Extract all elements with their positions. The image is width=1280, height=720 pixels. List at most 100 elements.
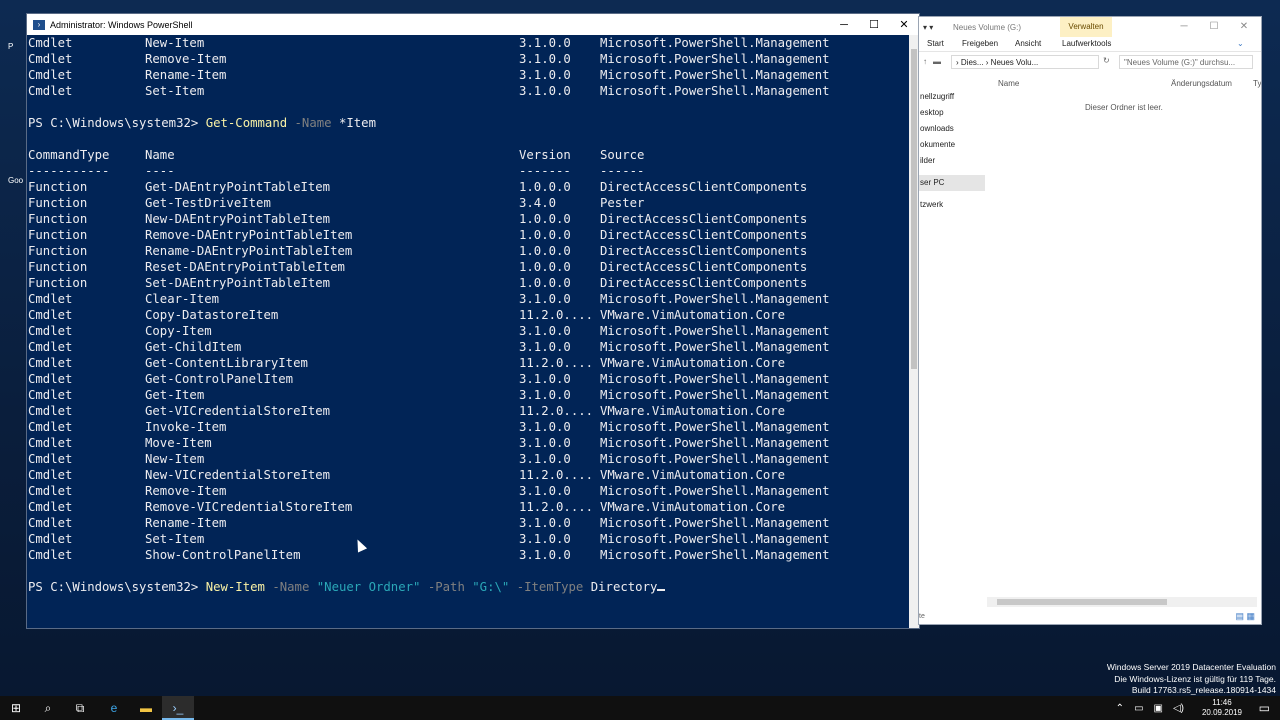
search-input[interactable]: "Neues Volume (G:)" durchsu...: [1119, 55, 1253, 69]
minimize-icon[interactable]: ─: [1169, 17, 1199, 37]
cell-source: Microsoft.PowerShell.Management: [600, 388, 830, 402]
powershell-window[interactable]: › Administrator: Windows PowerShell ─ ☐ …: [27, 14, 919, 628]
cell-source: Microsoft.PowerShell.Management: [600, 84, 830, 98]
cell-commandtype: Function: [28, 196, 88, 210]
nav-item[interactable]: esktop: [919, 105, 985, 121]
table-row: Function Rename-DAEntryPointTableItem 1.0.…: [28, 243, 908, 259]
quick-access-toolbar-icon[interactable]: ▾ ▾: [923, 23, 953, 32]
console-output[interactable]: Cmdlet New-Item 3.1.0.0 Microsoft.PowerShel…: [28, 35, 908, 628]
cell-version: 3.4.0: [519, 196, 557, 210]
cell-source: Microsoft.PowerShell.Management: [600, 52, 830, 66]
tab-share[interactable]: Freigeben: [962, 39, 998, 48]
maximize-icon[interactable]: ☐: [859, 18, 889, 31]
cell-version: 1.0.0.0: [519, 212, 571, 226]
cell-version: 3.1.0.0: [519, 36, 571, 50]
minimize-icon[interactable]: ─: [829, 19, 859, 31]
table-row: Function New-DAEntryPointTableItem 1.0.0.0…: [28, 211, 908, 227]
cell-name: Get-ControlPanelItem: [145, 372, 294, 386]
start-windows-icon[interactable]: ⊞: [0, 696, 32, 720]
cell-source: VMware.VimAutomation.Core: [600, 500, 786, 514]
column-name[interactable]: Name: [998, 79, 1019, 88]
clock[interactable]: 11:46 20.09.2019: [1200, 698, 1244, 718]
cell-commandtype: Cmdlet: [28, 468, 73, 482]
cell-commandtype: Cmdlet: [28, 292, 73, 306]
horizontal-scrollbar[interactable]: [987, 597, 1257, 607]
cell-name: Invoke-Item: [145, 420, 227, 434]
cell-commandtype: Cmdlet: [28, 52, 73, 66]
table-row: Function Set-DAEntryPointTableItem 1.0.0.0…: [28, 275, 908, 291]
file-explorer-icon[interactable]: ▬: [130, 696, 162, 720]
cell-name: Get-Item: [145, 388, 205, 402]
search-icon[interactable]: ⌕: [32, 696, 64, 720]
column-type[interactable]: Ty: [1253, 79, 1261, 88]
powershell-taskbar-icon[interactable]: ›_: [162, 696, 194, 720]
cell-source: Microsoft.PowerShell.Management: [600, 436, 830, 450]
cell-commandtype: Function: [28, 260, 88, 274]
cell-source: DirectAccessClientComponents: [600, 244, 808, 258]
cell-source: Pester: [600, 196, 645, 210]
cell-version: 11.2.0....: [519, 468, 594, 482]
nav-item[interactable]: ownloads: [919, 121, 985, 137]
table-row: Cmdlet Set-Item 3.1.0.0 Microsoft.PowerShel…: [28, 531, 908, 547]
clock-date: 20.09.2019: [1201, 708, 1243, 717]
parameter-name: -Name: [294, 116, 332, 130]
cell-version: 11.2.0....: [519, 356, 594, 370]
cell-name: Rename-Item: [145, 516, 227, 530]
cell-name: Clear-Item: [145, 292, 220, 306]
cell-source: DirectAccessClientComponents: [600, 212, 808, 226]
table-row: Cmdlet Rename-Item 3.1.0.0 Microsoft.PowerS…: [28, 67, 908, 83]
ribbon-expand-icon[interactable]: ⌄: [1237, 39, 1244, 48]
explorer-window[interactable]: ▾ ▾ Neues Volume (G:) Verwalten ─ ☐ ✕ St…: [919, 17, 1261, 624]
cell-version: 3.1.0.0: [519, 340, 571, 354]
scrollbar-thumb[interactable]: [911, 49, 917, 369]
explorer-title: Neues Volume (G:): [953, 22, 1022, 32]
cell-commandtype: Cmdlet: [28, 548, 73, 562]
cell-name: Get-TestDriveItem: [145, 196, 271, 210]
maximize-icon[interactable]: ☐: [1199, 17, 1229, 37]
notification-center-icon[interactable]: ▭: [1259, 696, 1270, 720]
explorer-titlebar[interactable]: ▾ ▾ Neues Volume (G:) Verwalten ─ ☐ ✕: [919, 17, 1261, 37]
cell-source: VMware.VimAutomation.Core: [600, 404, 786, 418]
nav-up-icon[interactable]: ↑▬: [923, 57, 947, 66]
refresh-icon[interactable]: ↻: [1103, 56, 1110, 65]
prompt-line-2[interactable]: PS C:\Windows\system32> New-Item -Name "…: [28, 579, 908, 595]
cell-commandtype: Cmdlet: [28, 500, 73, 514]
breadcrumb-this-pc[interactable]: Dies...: [961, 58, 984, 67]
volume-icon[interactable]: ◁): [1173, 703, 1184, 714]
network-icon[interactable]: ▣: [1154, 703, 1163, 714]
cell-commandtype: Cmdlet: [28, 532, 73, 546]
nav-item[interactable]: nellzugriff: [919, 89, 985, 105]
internet-explorer-icon[interactable]: e: [98, 696, 130, 720]
table-row: Cmdlet Remove-Item 3.1.0.0 Microsoft.PowerS…: [28, 483, 908, 499]
nav-item[interactable]: okumente: [919, 137, 985, 153]
breadcrumb-volume[interactable]: Neues Volu...: [991, 58, 1039, 67]
cell-source: VMware.VimAutomation.Core: [600, 356, 786, 370]
tab-start[interactable]: Start: [927, 39, 944, 48]
close-icon[interactable]: ✕: [889, 18, 919, 31]
scrollbar-thumb[interactable]: [997, 599, 1167, 605]
battery-icon[interactable]: ▭: [1134, 703, 1143, 714]
table-row: Cmdlet Copy-DatastoreItem 11.2.0.... VMware…: [28, 307, 908, 323]
powershell-titlebar[interactable]: › Administrator: Windows PowerShell ─ ☐ …: [27, 14, 919, 35]
close-icon[interactable]: ✕: [1229, 17, 1259, 37]
cell-name: Set-Item: [145, 84, 205, 98]
cell-source: VMware.VimAutomation.Core: [600, 308, 786, 322]
context-tab-manage[interactable]: Verwalten: [1060, 17, 1112, 37]
table-row: Cmdlet Remove-Item 3.1.0.0 Microsoft.PowerS…: [28, 51, 908, 67]
cell-commandtype: Cmdlet: [28, 436, 73, 450]
tab-view[interactable]: Ansicht: [1015, 39, 1041, 48]
nav-item[interactable]: ilder: [919, 153, 985, 169]
task-view-icon[interactable]: ⧉: [64, 696, 96, 720]
clock-time: 11:46: [1212, 698, 1232, 707]
tab-drive-tools[interactable]: Laufwerktools: [1062, 39, 1111, 48]
address-bar[interactable]: › Dies... › Neues Volu...: [951, 55, 1099, 69]
nav-item[interactable]: ser PC: [919, 175, 985, 191]
column-modified[interactable]: Änderungsdatum: [1171, 79, 1232, 88]
vertical-scrollbar[interactable]: [909, 35, 919, 628]
nav-item[interactable]: tzwerk: [919, 197, 985, 213]
table-row: Cmdlet Set-Item 3.1.0.0 Microsoft.PowerShel…: [28, 83, 908, 99]
cell-commandtype: Cmdlet: [28, 388, 73, 402]
chevron-up-icon[interactable]: ⌃: [1116, 703, 1124, 714]
cell-commandtype: Function: [28, 180, 88, 194]
view-details-icon[interactable]: ▤ ▦: [1235, 611, 1255, 622]
